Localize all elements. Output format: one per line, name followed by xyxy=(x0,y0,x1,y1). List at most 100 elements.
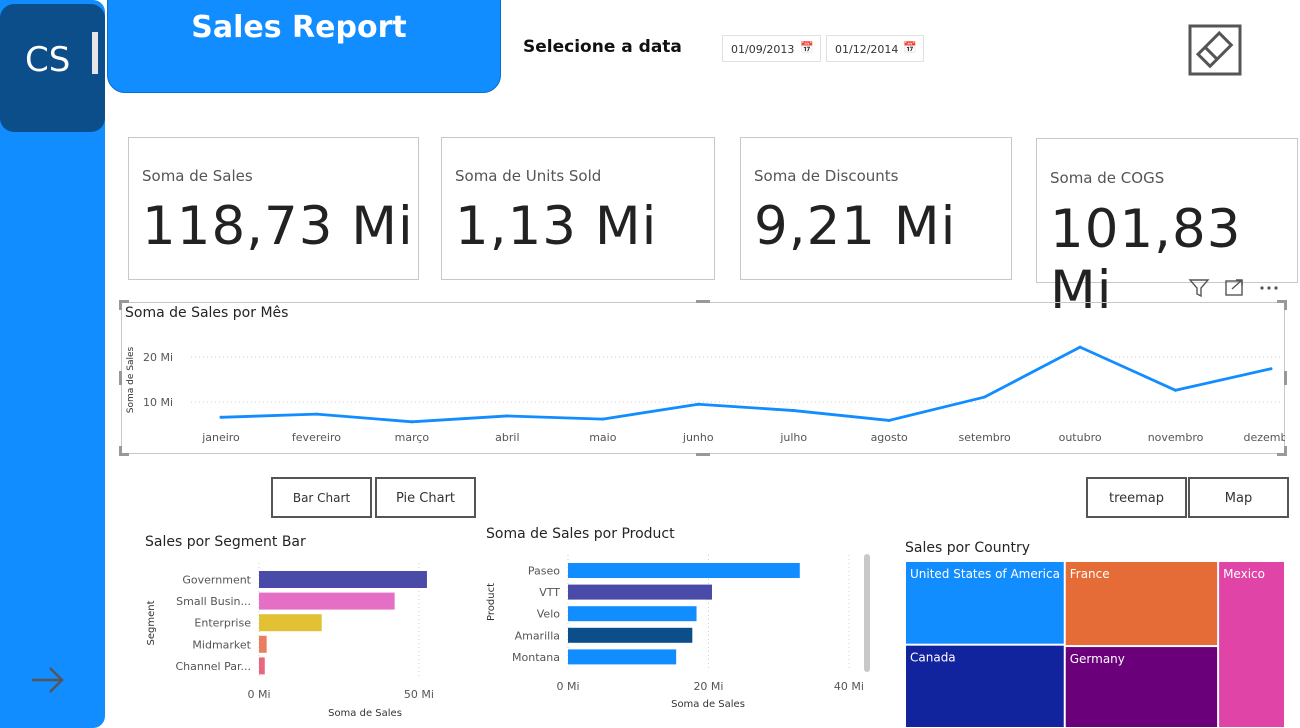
y-tick-label: 10 Mi xyxy=(143,396,173,409)
y-axis-label: Soma de Sales xyxy=(126,346,136,413)
pie-chart-button[interactable]: Pie Chart xyxy=(375,477,476,518)
bar xyxy=(259,571,427,588)
chart-title: Sales por Segment Bar xyxy=(145,534,306,550)
x-tick-label: fevereiro xyxy=(292,431,341,444)
end-date-value: 01/12/2014 xyxy=(835,43,899,56)
x-tick-label: outubro xyxy=(1059,431,1102,444)
kpi-label: Soma de COGS xyxy=(1050,169,1165,187)
map-button-label: Map xyxy=(1224,491,1253,506)
x-tick-label: 20 Mi xyxy=(693,680,723,693)
kpi-card-cogs: Soma de COGS 101,83 Mi xyxy=(1036,138,1298,321)
date-filter-label: Selecione a data xyxy=(523,37,682,57)
kpi-card-sales: Soma de Sales 118,73 Mi xyxy=(128,137,419,280)
treemap-button[interactable]: treemap xyxy=(1086,477,1187,518)
product-bar-chart: Soma de Sales por Product 0 Mi 20 Mi 40 Mi P… xyxy=(486,526,870,710)
data-point xyxy=(887,418,891,422)
country-treemap: Sales por Country United States of Americ… xyxy=(905,540,1284,727)
chart-title: Sales por Country xyxy=(905,540,1030,556)
filter-icon[interactable] xyxy=(1188,279,1210,298)
y-tick-label: VTT xyxy=(539,586,560,599)
kpi-label: Soma de Discounts xyxy=(754,167,899,185)
data-point xyxy=(219,415,223,419)
page-title: Sales Report xyxy=(191,10,407,45)
data-point xyxy=(314,412,318,416)
kpi-value: 9,21 Mi xyxy=(754,196,957,257)
bar xyxy=(568,563,800,578)
bar xyxy=(568,606,697,622)
bar xyxy=(568,627,693,643)
chart-title: Soma de Sales por Product xyxy=(486,526,675,542)
bar xyxy=(259,657,265,675)
y-tick-label: Velo xyxy=(537,608,560,621)
logo-text: CS xyxy=(25,40,71,80)
kpi-label: Soma de Units Sold xyxy=(455,167,602,185)
y-tick-label: Midmarket xyxy=(192,638,251,651)
x-tick-label: abril xyxy=(495,431,519,444)
treemap-tile[interactable] xyxy=(1219,562,1284,727)
data-point xyxy=(1078,345,1082,349)
x-tick-label: julho xyxy=(779,431,807,444)
eraser-icon[interactable] xyxy=(1188,24,1242,76)
series-line xyxy=(220,345,1272,424)
calendar-icon[interactable]: 📅 xyxy=(800,41,814,54)
data-point xyxy=(410,420,414,424)
segment-bar-chart: Sales por Segment Bar 0 Mi 50 Mi Government… xyxy=(145,534,434,719)
data-point xyxy=(792,409,796,413)
focus-mode-icon[interactable] xyxy=(1225,279,1243,296)
line-chart: Soma de Sales por Mês 10 Mi 20 Mi Soma de S… xyxy=(125,305,1286,444)
visual-header xyxy=(1188,279,1278,298)
x-tick-label: 50 Mi xyxy=(404,688,434,701)
y-tick-label: Channel Par... xyxy=(175,660,251,673)
scrollbar-thumb[interactable] xyxy=(864,554,870,672)
kpi-value: 118,73 Mi xyxy=(142,196,414,257)
treemap-label: France xyxy=(1070,567,1110,581)
y-axis-label: Product xyxy=(486,583,497,621)
y-tick-label: Paseo xyxy=(528,565,560,578)
x-tick-label: dezembro xyxy=(1244,431,1286,444)
y-tick-label: Enterprise xyxy=(194,617,251,630)
x-tick-label: 0 Mi xyxy=(247,688,270,701)
arrow-right-icon[interactable] xyxy=(28,660,68,700)
calendar-icon[interactable]: 📅 xyxy=(903,41,917,54)
y-tick-label: Government xyxy=(182,574,251,587)
x-tick-label: março xyxy=(395,431,430,444)
data-point xyxy=(983,395,987,399)
x-axis-label: Soma de Sales xyxy=(328,708,402,719)
bar-chart-button-label: Bar Chart xyxy=(292,491,351,505)
data-point xyxy=(601,417,605,421)
y-tick-label: Montana xyxy=(512,651,560,664)
bar xyxy=(259,635,267,653)
map-button[interactable]: Map xyxy=(1188,477,1289,518)
data-point xyxy=(696,402,700,406)
pie-chart-button-label: Pie Chart xyxy=(395,491,456,506)
bar xyxy=(568,649,677,665)
x-tick-label: janeiro xyxy=(201,431,240,444)
bar xyxy=(259,614,322,632)
treemap-label: Canada xyxy=(910,651,956,665)
x-tick-label: maio xyxy=(589,431,617,444)
bar xyxy=(568,584,712,600)
x-axis-label: Soma de Sales xyxy=(671,699,745,710)
treemap-button-label: treemap xyxy=(1108,491,1165,506)
y-axis-label: Segment xyxy=(146,600,157,645)
x-tick-label: junho xyxy=(682,431,714,444)
x-tick-label: 40 Mi xyxy=(834,680,864,693)
data-point xyxy=(1269,367,1273,371)
x-tick-label: setembro xyxy=(958,431,1011,444)
kpi-card-discounts: Soma de Discounts 9,21 Mi xyxy=(740,137,1012,280)
start-date-input[interactable]: 01/09/2013 📅 xyxy=(722,35,821,62)
treemap-label: Germany xyxy=(1070,652,1125,666)
end-date-input[interactable]: 01/12/2014 📅 xyxy=(826,35,924,62)
treemap-label: Mexico xyxy=(1223,567,1265,581)
kpi-value: 1,13 Mi xyxy=(455,196,658,257)
y-tick-label: Small Busin... xyxy=(176,595,251,608)
more-options-icon[interactable] xyxy=(1260,286,1278,290)
bar-chart-button[interactable]: Bar Chart xyxy=(271,477,372,518)
data-point xyxy=(505,414,509,418)
start-date-value: 01/09/2013 xyxy=(731,43,795,56)
kpi-label: Soma de Sales xyxy=(142,167,253,185)
x-tick-label: agosto xyxy=(871,431,908,444)
chart-title: Soma de Sales por Mês xyxy=(125,305,288,321)
bar xyxy=(259,592,395,610)
logo-accent-bar xyxy=(92,32,98,74)
